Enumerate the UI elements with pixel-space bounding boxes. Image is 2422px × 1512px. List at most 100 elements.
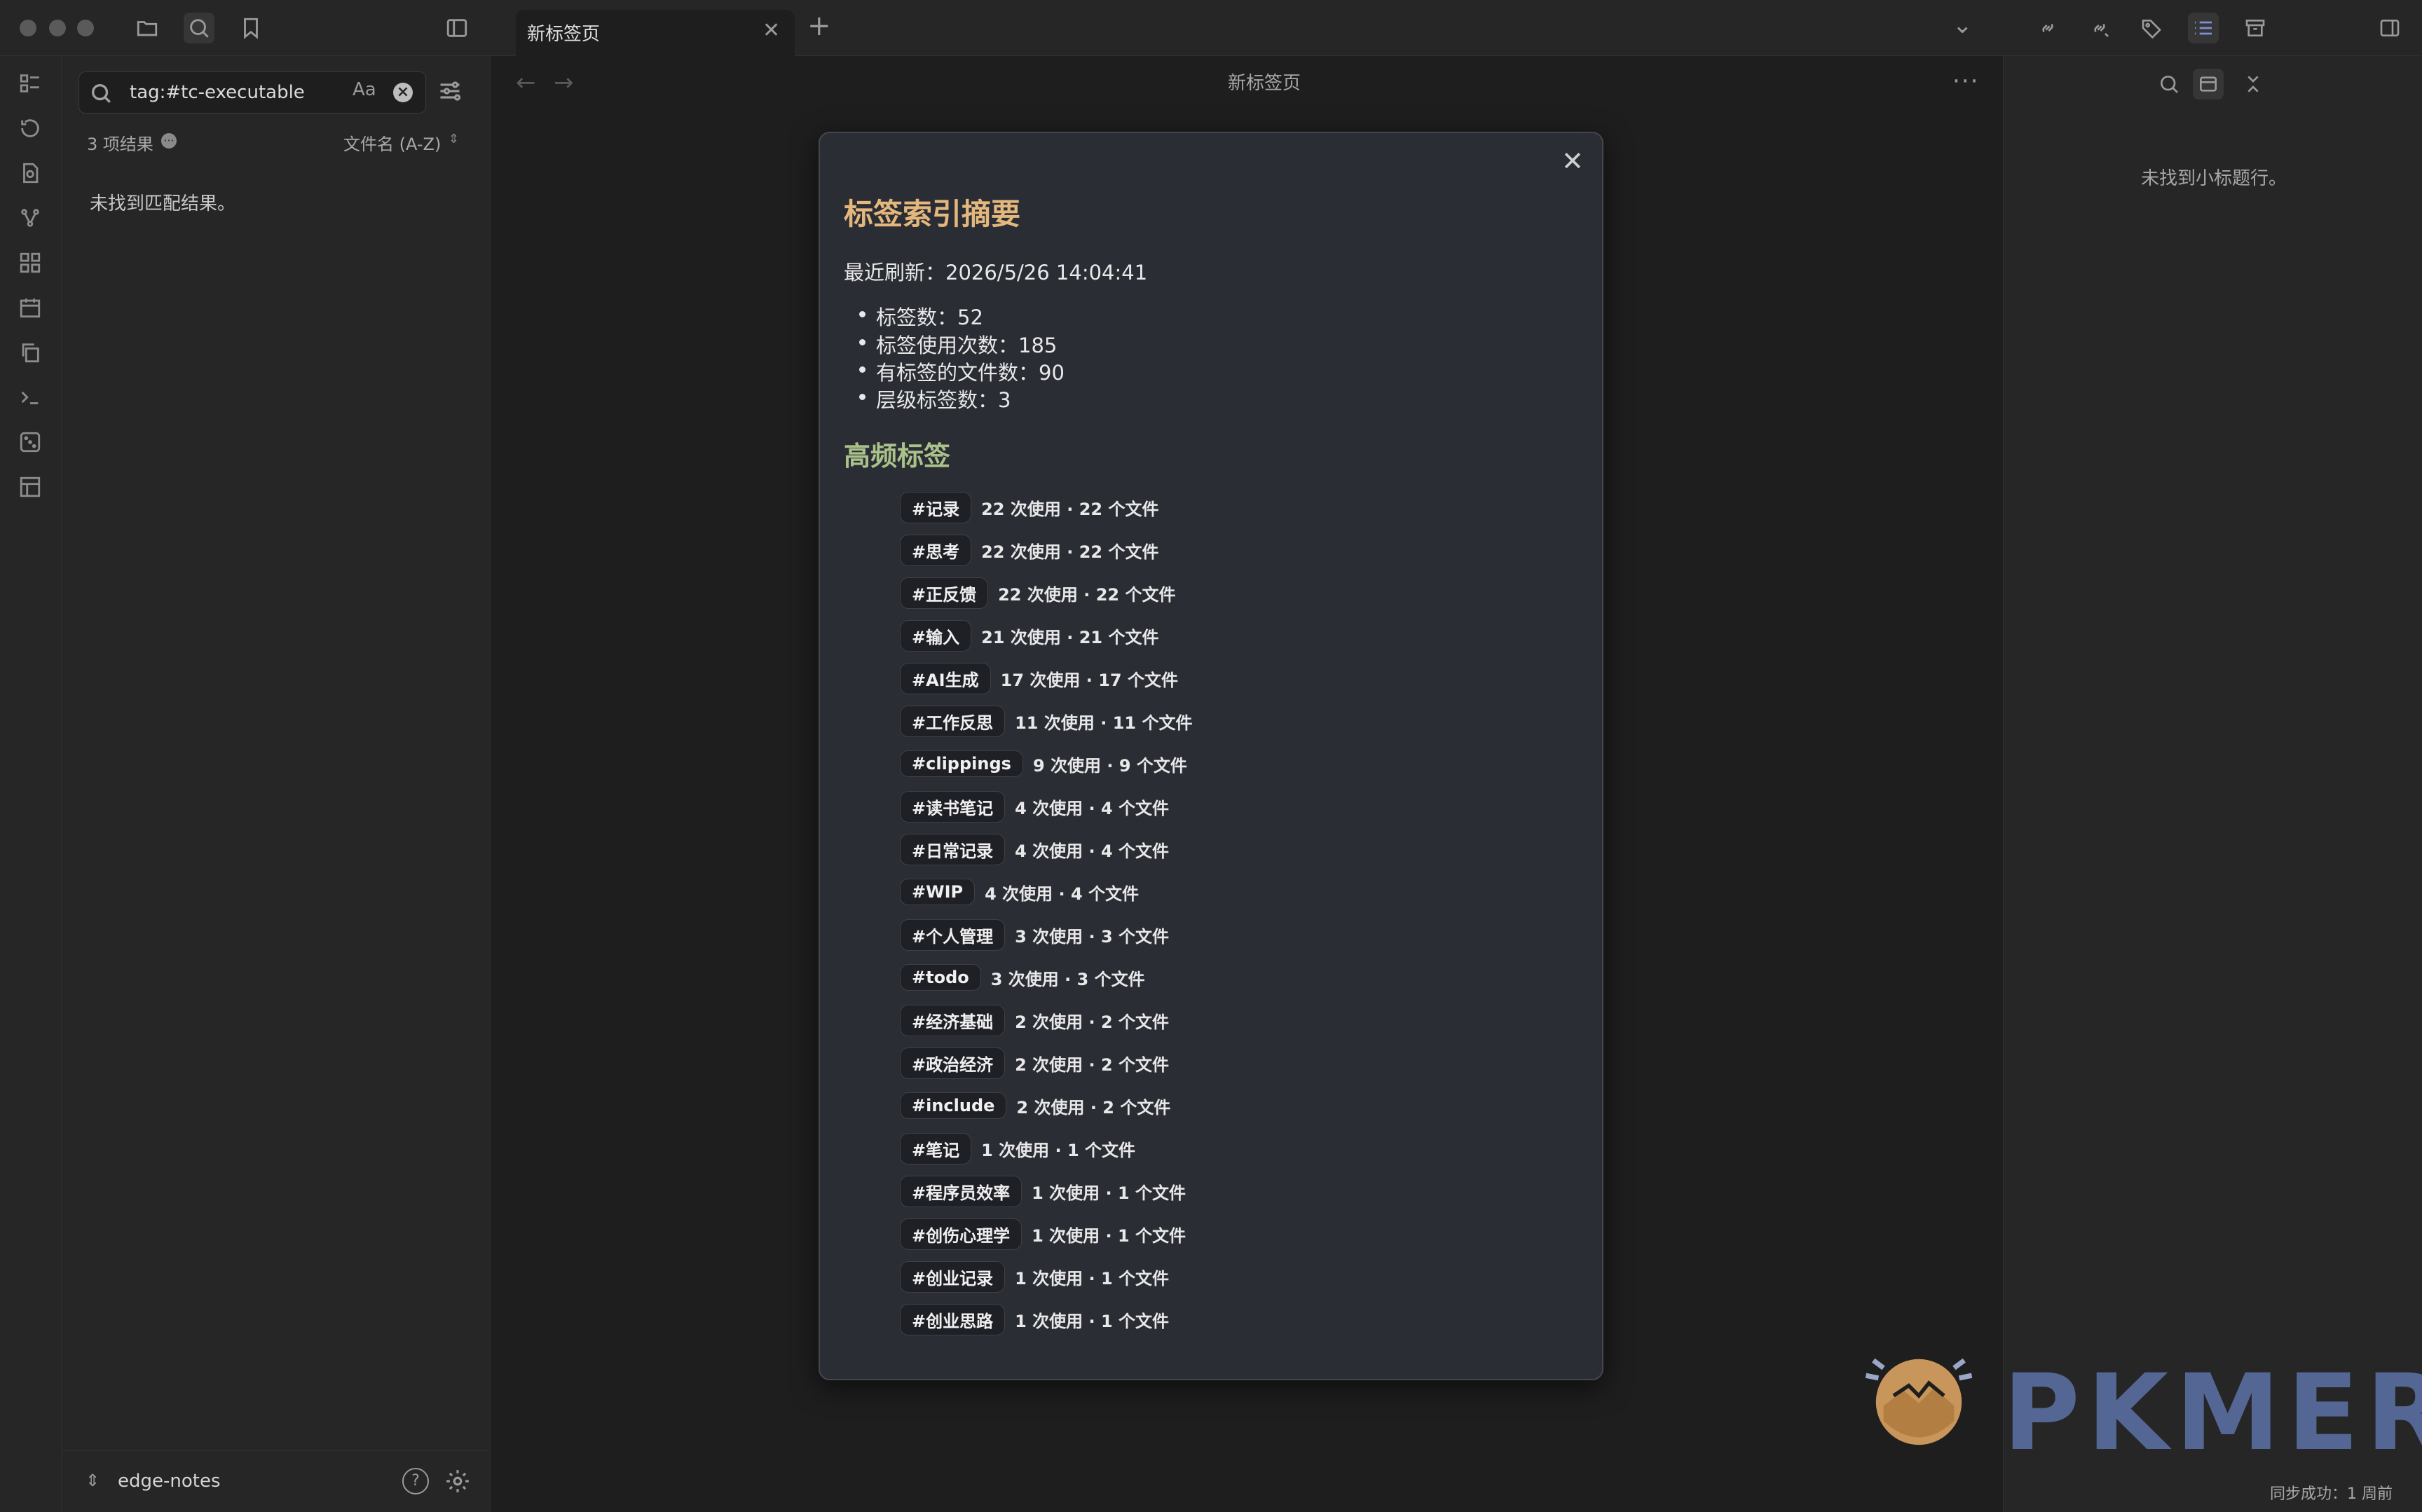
archive-icon[interactable] bbox=[2240, 13, 2271, 43]
outline-list-icon[interactable] bbox=[2188, 13, 2219, 43]
stat-item: 有标签的文件数：90 bbox=[859, 357, 1065, 386]
tab-new-tab[interactable]: 新标签页 ✕ bbox=[516, 10, 795, 56]
tag-pill[interactable]: #笔记 bbox=[900, 1132, 972, 1164]
folder-icon[interactable] bbox=[132, 13, 163, 43]
file-search-icon[interactable] bbox=[15, 158, 45, 188]
tag-row: #笔记 1 次使用 · 1 个文件 bbox=[900, 1132, 1135, 1164]
tag-pill[interactable]: #日常记录 bbox=[900, 833, 1006, 865]
gear-icon[interactable] bbox=[444, 1468, 471, 1494]
no-headings-message: 未找到小标题行。 bbox=[2141, 168, 2287, 189]
history-icon[interactable] bbox=[15, 114, 45, 143]
new-tab-plus-icon[interactable]: + bbox=[807, 10, 831, 42]
tag-pill[interactable]: #todo bbox=[900, 964, 981, 991]
tag-row: #创业思路 1 次使用 · 1 个文件 bbox=[900, 1303, 1169, 1335]
tag-meta: 9 次使用 · 9 个文件 bbox=[1032, 755, 1187, 776]
window-zoom-dot[interactable] bbox=[77, 20, 94, 36]
more-dots-icon[interactable]: ··· bbox=[161, 133, 177, 149]
arrow-right-icon[interactable]: → bbox=[554, 69, 574, 97]
dice-icon[interactable] bbox=[15, 427, 45, 457]
tag-meta: 3 次使用 · 3 个文件 bbox=[990, 969, 1145, 989]
tag-row: #工作反思 11 次使用 · 11 个文件 bbox=[900, 705, 1192, 737]
tag-pill[interactable]: #WIP bbox=[900, 879, 976, 905]
sidebar-toggle-left-icon[interactable] bbox=[442, 13, 472, 43]
tag-pill[interactable]: #个人管理 bbox=[900, 919, 1006, 951]
template-icon[interactable] bbox=[15, 472, 45, 502]
tag-row: #记录 22 次使用 · 22 个文件 bbox=[900, 491, 1158, 523]
tag-row: #读书笔记 4 次使用 · 4 个文件 bbox=[900, 790, 1169, 823]
modal-title: 标签索引摘要 bbox=[844, 197, 1021, 231]
chevron-down-icon[interactable]: ⌄ bbox=[1952, 11, 1973, 39]
sort-chevron-icon[interactable]: ⇕ bbox=[449, 132, 459, 146]
tag-pill[interactable]: #读书笔记 bbox=[900, 790, 1006, 823]
collapse-all-icon[interactable] bbox=[2238, 69, 2269, 99]
tag-meta: 1 次使用 · 1 个文件 bbox=[1032, 1225, 1186, 1246]
tag-meta: 17 次使用 · 17 个文件 bbox=[1000, 670, 1178, 690]
tab-title: 新标签页 bbox=[527, 24, 601, 45]
tag-pill[interactable]: #AI生成 bbox=[900, 662, 991, 694]
collapse-view-icon[interactable] bbox=[2193, 69, 2224, 99]
dashboard-icon[interactable] bbox=[15, 69, 45, 98]
bookmark-icon[interactable] bbox=[235, 13, 266, 43]
window-close-dot[interactable] bbox=[20, 20, 36, 36]
tag-meta: 2 次使用 · 2 个文件 bbox=[1015, 1054, 1170, 1075]
tag-pill[interactable]: #创业记录 bbox=[900, 1260, 1006, 1293]
tag-row: #正反馈 22 次使用 · 22 个文件 bbox=[900, 577, 1175, 609]
chevron-updown-icon[interactable]: ⇕ bbox=[85, 1471, 100, 1490]
tag-pill[interactable]: #include bbox=[900, 1092, 1007, 1119]
tag-pill[interactable]: #创伤心理学 bbox=[900, 1218, 1022, 1250]
tag-row: #日常记录 4 次使用 · 4 个文件 bbox=[900, 833, 1169, 865]
tag-meta: 11 次使用 · 11 个文件 bbox=[1015, 713, 1193, 733]
close-icon[interactable]: ✕ bbox=[762, 18, 780, 43]
refresh-time: 最近刷新：2026/5/26 14:04:41 bbox=[844, 261, 1148, 284]
tag-pill[interactable]: #经济基础 bbox=[900, 1004, 1006, 1036]
clear-search-icon[interactable]: × bbox=[393, 83, 413, 102]
tag-row: #政治经济 2 次使用 · 2 个文件 bbox=[900, 1047, 1169, 1079]
sync-status[interactable]: 同步成功：1 周前 bbox=[2270, 1481, 2393, 1504]
tag-pill[interactable]: #政治经济 bbox=[900, 1047, 1006, 1079]
vault-name[interactable]: edge-notes bbox=[118, 1471, 221, 1492]
tag-meta: 22 次使用 · 22 个文件 bbox=[998, 584, 1176, 605]
tag-row: #思考 22 次使用 · 22 个文件 bbox=[900, 534, 1158, 566]
terminal-icon[interactable] bbox=[15, 383, 45, 412]
tag-pill[interactable]: #工作反思 bbox=[900, 705, 1006, 737]
tag-row: #clippings 9 次使用 · 9 个文件 bbox=[900, 748, 1187, 780]
tag-pill[interactable]: #记录 bbox=[900, 491, 972, 523]
tag-meta: 21 次使用 · 21 个文件 bbox=[981, 627, 1159, 647]
tag-summary-modal: ✕ 标签索引摘要 最近刷新：2026/5/26 14:04:41 标签数：52 … bbox=[819, 132, 1603, 1380]
search-icon[interactable] bbox=[184, 13, 214, 43]
frequent-tags-heading: 高频标签 bbox=[844, 441, 951, 472]
tag-row: #输入 21 次使用 · 21 个文件 bbox=[900, 619, 1158, 652]
sidebar-toggle-right-icon[interactable] bbox=[2374, 13, 2405, 43]
left-ribbon bbox=[0, 56, 62, 1512]
copy-icon[interactable] bbox=[15, 338, 45, 367]
sort-dropdown[interactable]: 文件名 (A-Z) bbox=[343, 130, 441, 155]
close-icon[interactable]: ✕ bbox=[1561, 146, 1584, 177]
window-minimize-dot[interactable] bbox=[49, 20, 66, 36]
outgoing-link-icon[interactable] bbox=[2084, 13, 2115, 43]
tag-pill[interactable]: #思考 bbox=[900, 534, 972, 566]
tag-meta: 22 次使用 · 22 个文件 bbox=[981, 499, 1159, 519]
arrow-left-icon[interactable]: ← bbox=[516, 69, 536, 97]
tag-meta: 4 次使用 · 4 个文件 bbox=[1015, 798, 1170, 818]
grid-icon[interactable] bbox=[15, 248, 45, 277]
tag-row: #include 2 次使用 · 2 个文件 bbox=[900, 1090, 1170, 1122]
search-input[interactable] bbox=[130, 79, 340, 106]
tag-meta: 1 次使用 · 1 个文件 bbox=[981, 1140, 1136, 1160]
tag-meta: 4 次使用 · 4 个文件 bbox=[985, 884, 1140, 904]
tag-pill[interactable]: #正反馈 bbox=[900, 577, 989, 609]
vault-switcher[interactable]: ⇕ edge-notes ? bbox=[62, 1450, 491, 1512]
match-case-button[interactable]: Aa bbox=[353, 79, 376, 100]
search-icon[interactable] bbox=[2154, 69, 2184, 99]
tag-pill[interactable]: #clippings bbox=[900, 750, 1023, 777]
more-options-icon[interactable]: ··· bbox=[1952, 67, 1979, 95]
tag-pill[interactable]: #输入 bbox=[900, 619, 972, 652]
tag-icon[interactable] bbox=[2136, 13, 2167, 43]
tag-pill[interactable]: #程序员效率 bbox=[900, 1175, 1022, 1207]
stat-item: 层级标签数：3 bbox=[858, 384, 1011, 413]
tag-pill[interactable]: #创业思路 bbox=[900, 1303, 1006, 1335]
backlink-icon[interactable] bbox=[2032, 13, 2063, 43]
graph-icon[interactable] bbox=[15, 203, 45, 233]
calendar-icon[interactable] bbox=[15, 293, 45, 322]
help-icon[interactable]: ? bbox=[402, 1468, 429, 1494]
search-settings-icon[interactable] bbox=[437, 78, 465, 106]
